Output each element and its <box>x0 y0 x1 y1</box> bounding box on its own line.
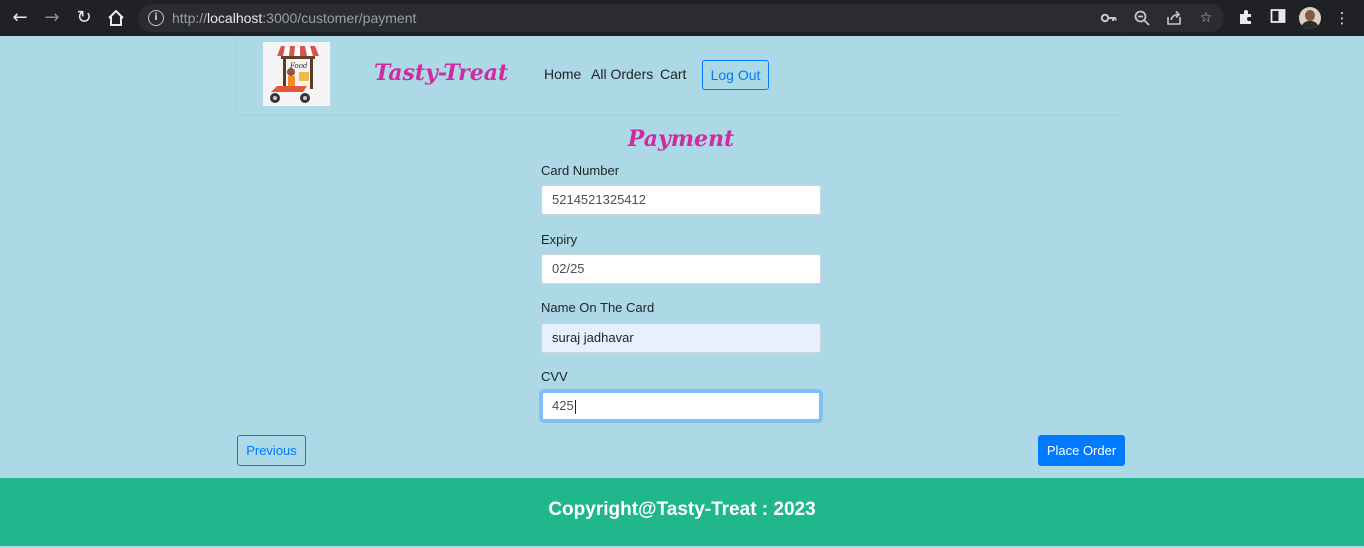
key-icon[interactable] <box>1100 9 1118 27</box>
card-number-input[interactable]: 5214521325412 <box>541 185 821 215</box>
share-icon[interactable] <box>1165 9 1183 27</box>
previous-button[interactable]: Previous <box>237 435 306 466</box>
card-number-label: Card Number <box>541 163 620 178</box>
url-text[interactable]: http://localhost:3000/customer/payment <box>172 10 416 26</box>
expiry-input[interactable]: 02/25 <box>541 254 821 284</box>
copyright-text: Copyright@Tasty-Treat : 2023 <box>548 499 816 520</box>
cvv-value: 425 <box>552 398 574 413</box>
browser-toolbar: ← → ↻ i http://localhost:3000/customer/p… <box>0 0 1364 36</box>
extensions-icon[interactable] <box>1236 8 1256 28</box>
back-arrow-icon[interactable]: ← <box>9 7 31 29</box>
address-bar[interactable]: i http://localhost:3000/customer/payment… <box>138 4 1224 32</box>
page-title: Payment <box>627 126 735 152</box>
site-navbar: Food Tasty-Treat Home All Orders Cart Lo… <box>237 36 1125 114</box>
forward-arrow-icon[interactable]: → <box>41 7 63 29</box>
nav-link-cart[interactable]: Cart <box>660 66 686 82</box>
reload-icon[interactable]: ↻ <box>73 7 95 29</box>
logout-button[interactable]: Log Out <box>702 60 769 90</box>
name-on-card-input[interactable]: suraj jadhavar <box>541 323 821 353</box>
home-icon[interactable] <box>105 7 127 29</box>
cvv-input[interactable]: 425 <box>541 391 821 421</box>
star-icon[interactable]: ☆ <box>1197 9 1215 27</box>
expiry-label: Expiry <box>541 232 578 247</box>
name-on-card-label: Name On The Card <box>541 300 655 315</box>
nav-link-home[interactable]: Home <box>544 66 581 82</box>
zoom-icon[interactable] <box>1133 9 1151 27</box>
cvv-label: CVV <box>541 369 568 384</box>
menu-icon[interactable]: ⋮ <box>1332 8 1352 28</box>
nav-link-all-orders[interactable]: All Orders <box>591 66 653 82</box>
profile-avatar[interactable] <box>1299 7 1321 29</box>
text-caret <box>574 399 576 414</box>
side-panel-icon[interactable] <box>1268 8 1288 28</box>
page-footer: Copyright@Tasty-Treat : 2023 <box>0 478 1364 546</box>
food-delivery-logo[interactable]: Food <box>263 42 330 106</box>
brand-name[interactable]: Tasty-Treat <box>374 60 508 86</box>
place-order-button[interactable]: Place Order <box>1038 435 1125 466</box>
info-icon[interactable]: i <box>148 10 164 26</box>
